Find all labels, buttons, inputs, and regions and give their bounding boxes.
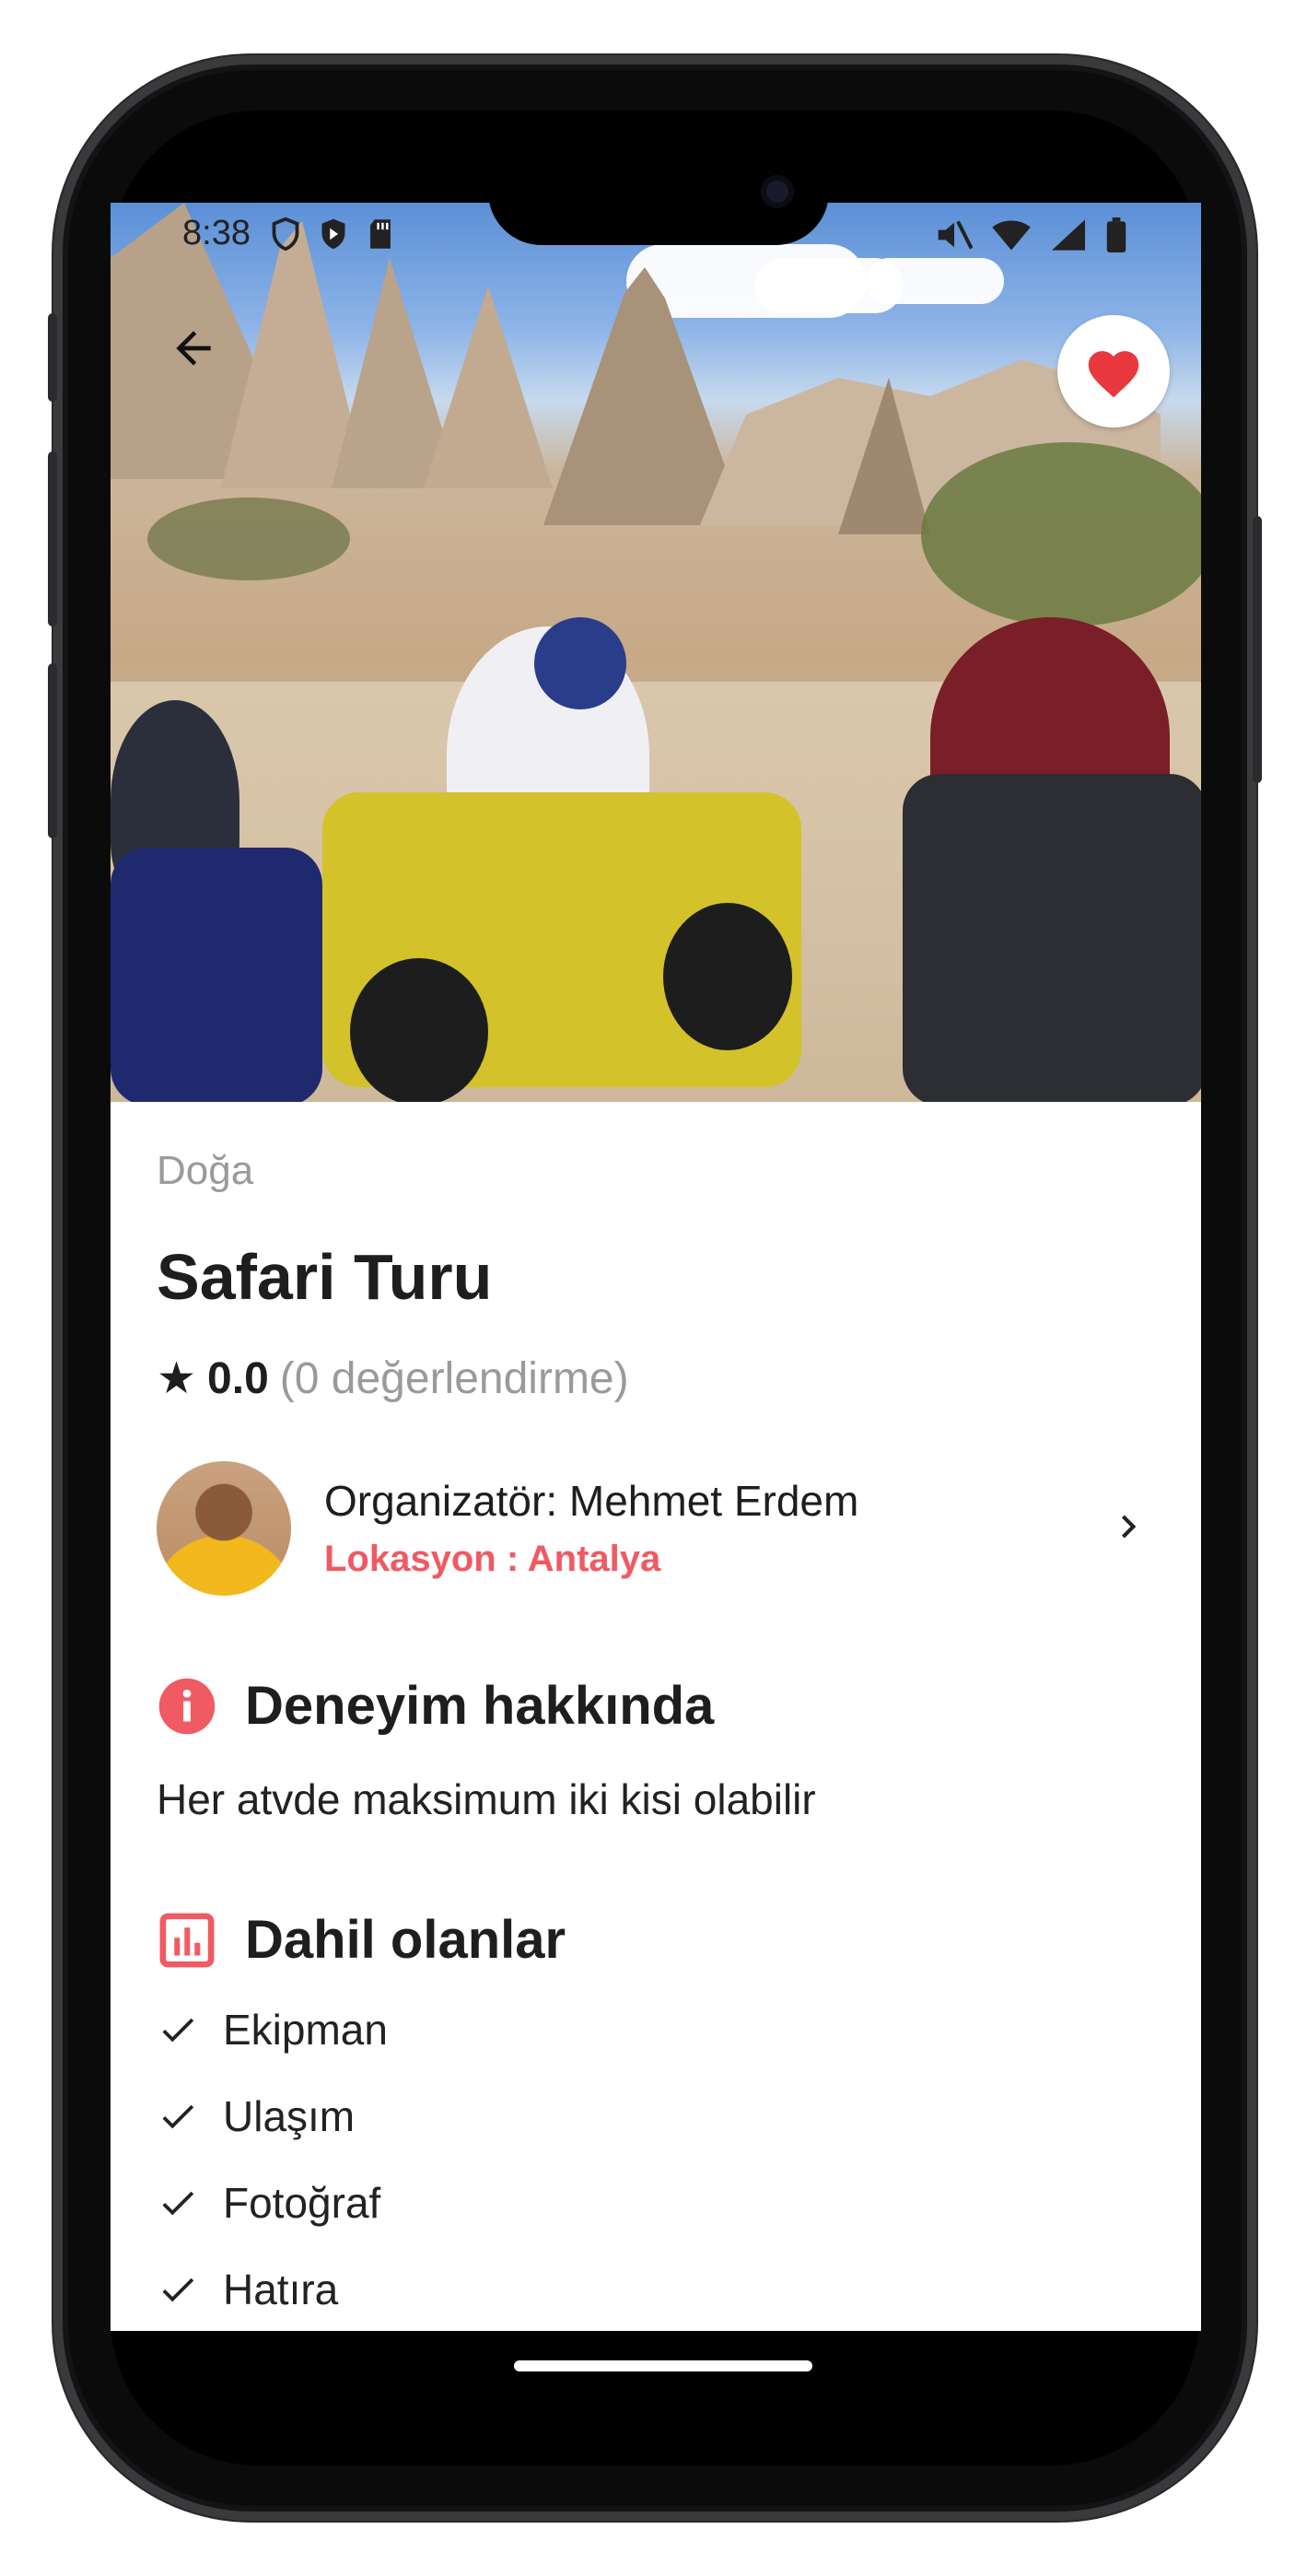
organizer-location: Lokasyon : Antalya <box>324 1539 661 1579</box>
power-button <box>1253 516 1262 783</box>
back-button[interactable] <box>157 311 230 385</box>
wifi-icon <box>992 220 1031 251</box>
chart-icon <box>159 1913 215 1967</box>
signal-icon <box>1052 219 1085 251</box>
rating-count: (0 değerlendirme) <box>279 1353 629 1403</box>
about-heading: Deneyim hakkında <box>245 1676 715 1736</box>
camera-icon <box>761 175 794 208</box>
about-heading-row: Deneyim hakkında <box>157 1675 714 1737</box>
included-heading: Dahil olanlar <box>245 1910 566 1970</box>
rating-value: 0.0 <box>207 1353 269 1403</box>
shield-icon <box>272 217 299 251</box>
dynamic-island <box>488 138 829 245</box>
info-icon <box>158 1678 216 1734</box>
organizer-row[interactable]: Organizatör: Mehmet Erdem Lokasyon : Ant… <box>157 1461 1161 1599</box>
sd-card-icon <box>370 219 391 249</box>
avatar <box>157 1461 291 1596</box>
arrow-left-icon <box>176 331 211 366</box>
volume-down-button <box>48 663 57 838</box>
check-icon <box>162 2191 194 2216</box>
hero-photo <box>111 203 1201 1102</box>
heart-icon <box>1088 351 1139 398</box>
check-icon <box>162 2018 194 2043</box>
included-item-label: Ulaşım <box>223 2092 356 2140</box>
list-item: Ulaşım <box>157 2073 388 2160</box>
favorite-button[interactable] <box>1057 315 1170 427</box>
organizer-name: Organizatör: Mehmet Erdem <box>324 1477 859 1525</box>
volume-up-button <box>48 451 57 626</box>
included-heading-row: Dahil olanlar <box>157 1909 566 1971</box>
app-screen: 8:38 Doğa Safari Turu ★ 0.0 (0 değerlend… <box>111 203 1201 2331</box>
included-item-label: Ekipman <box>223 2006 388 2054</box>
list-item: Ekipman <box>157 1986 388 2073</box>
included-item-label: Fotoğraf <box>223 2179 381 2227</box>
home-indicator[interactable] <box>514 2360 812 2371</box>
battery-icon <box>1106 217 1126 252</box>
included-list: Ekipman Ulaşım Fotoğraf Hatıra <box>157 1986 388 2331</box>
category-label: Doğa <box>157 1148 254 1193</box>
mute-icon <box>938 220 973 250</box>
included-item-label: Hatıra <box>223 2266 339 2313</box>
chevron-right-icon <box>1121 1515 1137 1539</box>
rating-row: ★ 0.0 (0 değerlendirme) <box>157 1352 629 1404</box>
check-icon <box>162 2104 194 2129</box>
about-text: Her atvde maksimum iki kisi olabilir <box>157 1775 816 1823</box>
list-item: Hatıra <box>157 2246 388 2331</box>
page-title: Safari Turu <box>157 1241 493 1313</box>
check-icon <box>162 2277 194 2302</box>
list-item: Fotoğraf <box>157 2160 388 2246</box>
shield-check-icon <box>321 218 345 250</box>
star-icon: ★ <box>157 1354 197 1403</box>
status-time: 8:38 <box>182 214 251 252</box>
action-button <box>48 313 57 402</box>
